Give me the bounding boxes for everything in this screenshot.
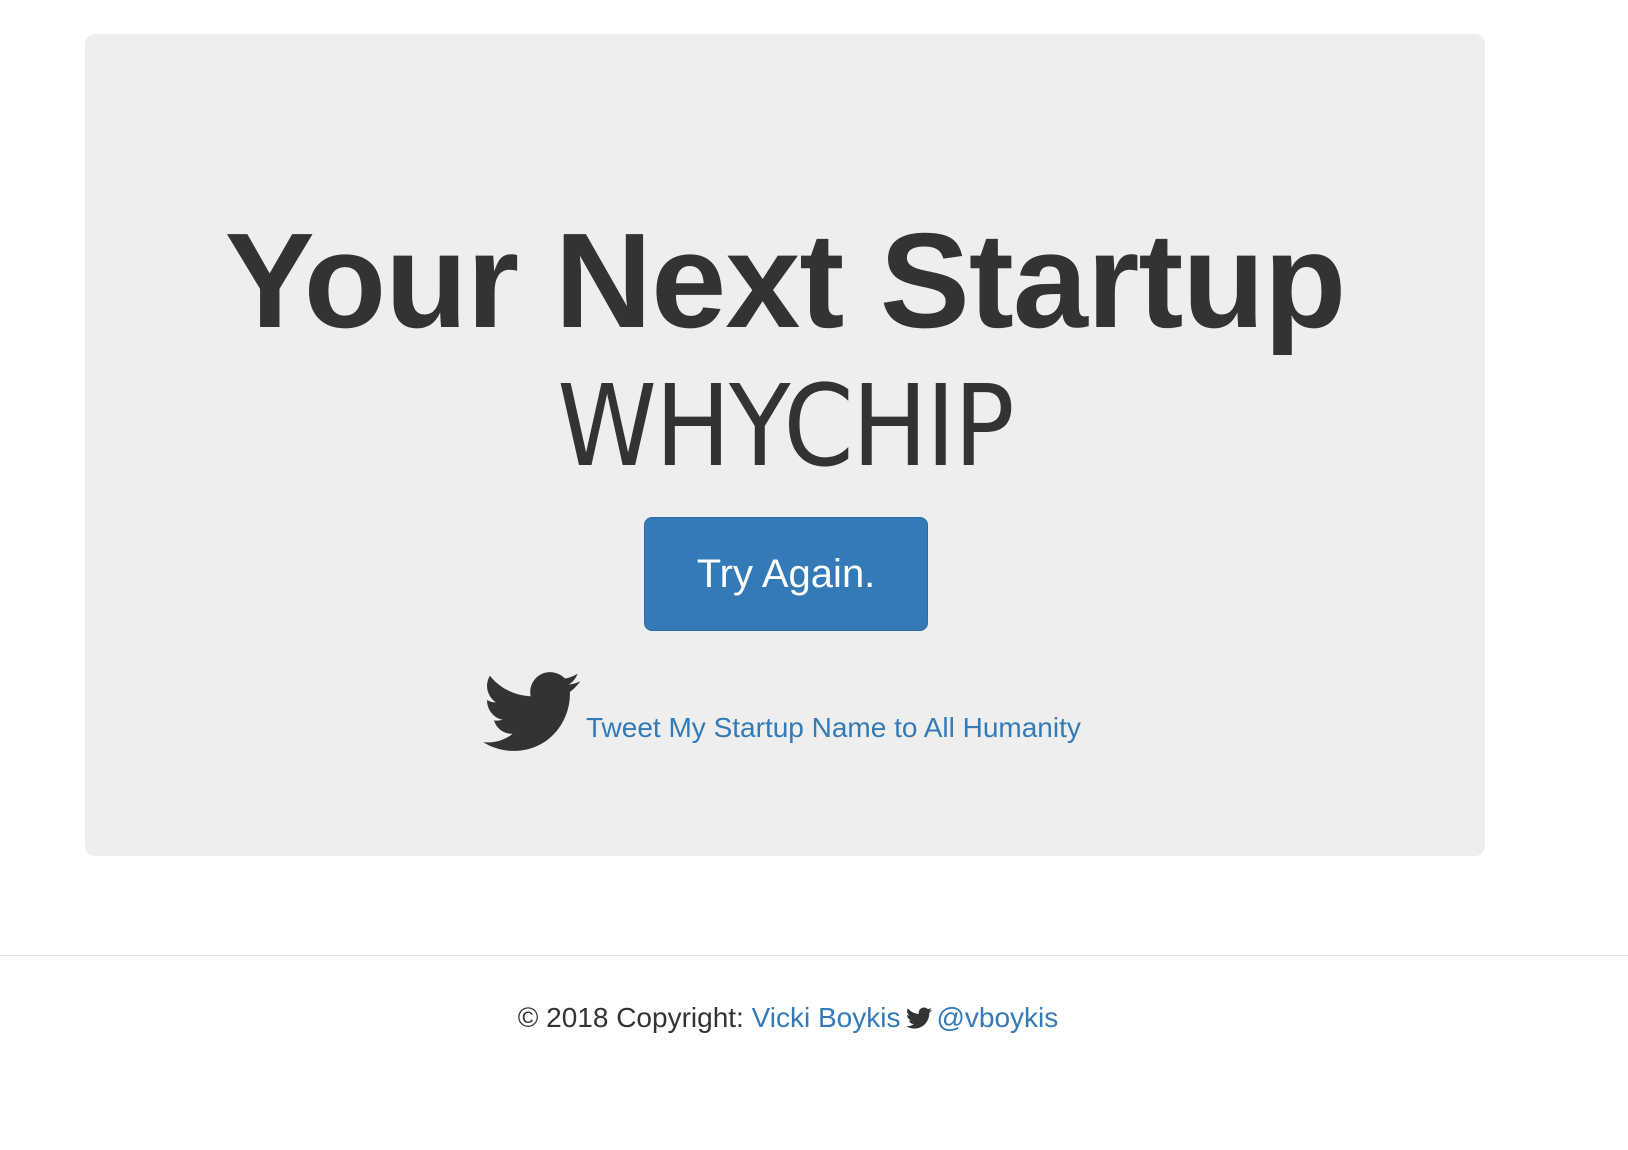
footer: © 2018 Copyright: Vicki Boykis @vboykis	[0, 998, 1602, 1038]
try-again-button[interactable]: Try Again.	[644, 517, 928, 631]
tweet-startup-link[interactable]: Tweet My Startup Name to All Humanity	[586, 708, 1081, 748]
page-title: Your Next Startup	[224, 205, 1347, 356]
copyright-text: © 2018 Copyright:	[517, 1002, 744, 1033]
twitter-handle-link[interactable]: @vboykis	[936, 1002, 1058, 1033]
footer-divider	[0, 955, 1628, 956]
author-link[interactable]: Vicki Boykis	[752, 1002, 901, 1033]
hero-panel: Your Next Startup WHYCHIP Try Again. Twe…	[85, 34, 1485, 856]
twitter-bird-icon[interactable]	[483, 672, 580, 751]
twitter-bird-icon	[906, 1007, 933, 1029]
startup-name: WHYCHIP	[557, 362, 1014, 492]
